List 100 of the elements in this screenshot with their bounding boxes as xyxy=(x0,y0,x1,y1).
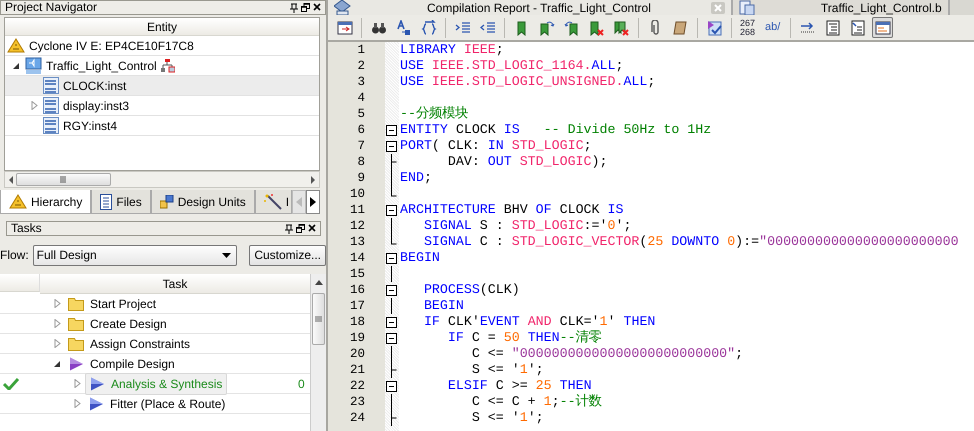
panel-tab[interactable]: Hierarchy xyxy=(0,190,92,214)
expand-arrow-icon[interactable] xyxy=(54,299,60,308)
line-number: 9 xyxy=(356,170,366,186)
toolbar-button[interactable] xyxy=(872,17,894,38)
line-number: 8 xyxy=(356,154,366,170)
collapse-icon[interactable] xyxy=(386,250,397,266)
code-line: IF CLK'EVENT AND CLK='1' THEN xyxy=(422,314,656,330)
collapse-arrow-icon[interactable] xyxy=(54,360,60,367)
checked-document-icon xyxy=(706,20,722,36)
panel-tab[interactable]: Design Units xyxy=(150,190,255,214)
task-item[interactable]: Assign Constraints xyxy=(65,334,194,354)
line-number: 16 xyxy=(348,282,366,298)
pin-icon[interactable] xyxy=(290,2,298,12)
flow-dropdown[interactable]: Full Design xyxy=(32,244,238,266)
document-icon xyxy=(738,0,755,16)
warning-icon xyxy=(7,38,25,53)
customize-button[interactable]: Customize... xyxy=(249,244,326,266)
line-number: 3 xyxy=(356,74,366,90)
expand-arrow-icon[interactable] xyxy=(30,101,38,110)
scroll-grip-icon xyxy=(60,176,67,183)
code-line: BEGIN xyxy=(422,298,464,314)
editor-tab[interactable]: Compilation Report - Traffic_Light_Control xyxy=(328,0,733,15)
schematic-file-icon xyxy=(25,56,42,74)
line-number: 15 xyxy=(348,266,366,282)
panel-tab[interactable]: Files xyxy=(91,190,151,214)
editor-view-icon xyxy=(874,20,891,36)
expand-arrow-icon[interactable] xyxy=(54,319,60,328)
restore-icon[interactable] xyxy=(296,224,305,232)
restore-icon[interactable] xyxy=(301,2,310,12)
collapse-icon[interactable] xyxy=(386,138,397,154)
toolbar-button[interactable]: ab/ xyxy=(761,23,784,32)
editor-tab[interactable]: Traffic_Light_Control.b xyxy=(732,0,950,15)
code-line: C <= C + 1;--计数 xyxy=(470,394,602,410)
code-line: PROCESS(CLK) xyxy=(422,282,520,298)
file-icon xyxy=(100,194,112,210)
collapse-icon[interactable] xyxy=(386,378,397,394)
play-icon xyxy=(88,396,104,410)
line-number: 6 xyxy=(356,122,366,138)
braces-icon xyxy=(420,20,436,36)
code-line: S <= '1'; xyxy=(470,362,544,378)
code-line: IF C = 50 THEN--清零 xyxy=(446,330,602,346)
collapse-icon[interactable] xyxy=(386,122,397,138)
code-line: LIBRARY IEEE; xyxy=(400,42,504,58)
toolbar-button[interactable]: 267 268 xyxy=(738,18,758,36)
remove-all-bookmarks-icon xyxy=(614,20,630,36)
line-number: 1 xyxy=(356,42,366,58)
code-line: SIGNAL S : STD_LOGIC:='0'; xyxy=(422,218,632,234)
code-line: S <= '1'; xyxy=(470,410,544,426)
scroll-left-icon[interactable] xyxy=(8,176,14,184)
code-line: USE IEEE.STD_LOGIC_1164.ALL; xyxy=(400,58,624,74)
pin-icon[interactable] xyxy=(285,224,293,234)
line-number: 2 xyxy=(356,58,366,74)
horizontal-scrollbar[interactable] xyxy=(4,171,320,188)
folder-icon xyxy=(68,296,84,310)
tree-item[interactable]: RGY:inst4 xyxy=(5,116,319,136)
line-number: 23 xyxy=(348,394,366,410)
task-item[interactable]: Analysis & Synthesis xyxy=(85,372,228,394)
scroll-up-icon[interactable] xyxy=(314,280,322,285)
vhdl-file-icon xyxy=(43,117,59,134)
panel-title: Tasks xyxy=(11,222,42,235)
task-item[interactable]: Compile Design xyxy=(65,354,179,374)
tab-scroll-right-icon[interactable] xyxy=(306,190,320,214)
collapse-icon[interactable] xyxy=(386,202,397,218)
line-number: 12 xyxy=(348,218,366,234)
collapse-icon[interactable] xyxy=(386,314,397,330)
line-number: 10 xyxy=(348,186,366,202)
tree-item[interactable]: CLOCK:inst xyxy=(5,76,319,96)
field-label: Flow: xyxy=(0,247,29,264)
design-units-icon xyxy=(160,194,174,208)
expand-arrow-icon[interactable] xyxy=(54,339,60,348)
column-header xyxy=(0,274,40,292)
close-icon[interactable] xyxy=(308,224,316,232)
task-item[interactable]: Fitter (Place & Route) xyxy=(85,394,230,414)
close-icon[interactable] xyxy=(313,2,321,10)
line-number: 5 xyxy=(356,106,366,122)
hierarchy-icon xyxy=(160,58,175,72)
task-item[interactable]: Start Project xyxy=(65,294,160,314)
collapse-icon[interactable] xyxy=(386,282,397,298)
line-number: 18 xyxy=(348,314,366,330)
device-label: Cyclone IV E: EP4CE10F17C8 xyxy=(29,38,194,54)
collapse-arrow-icon[interactable] xyxy=(12,62,20,69)
expand-arrow-icon[interactable] xyxy=(74,399,80,408)
collapse-icon[interactable] xyxy=(386,330,397,346)
magic-wand-icon xyxy=(264,194,282,210)
line-number: 11 xyxy=(348,202,366,218)
scroll-right-icon[interactable] xyxy=(310,176,316,184)
expand-arrow-icon[interactable] xyxy=(74,379,80,388)
template-icon xyxy=(850,20,866,36)
folder-icon xyxy=(68,336,84,350)
code-line: ENTITY CLOCK IS -- Divide 50Hz to 1Hz xyxy=(400,122,712,138)
line-number: 19 xyxy=(348,330,366,346)
line-number: 13 xyxy=(348,234,366,250)
window-icon xyxy=(336,20,352,36)
task-item[interactable]: Create Design xyxy=(65,314,171,334)
panel-tab[interactable]: I xyxy=(254,190,292,214)
tree-item[interactable]: display:inst3 xyxy=(5,96,319,116)
scrollbar-thumb[interactable] xyxy=(312,293,325,345)
replace-icon xyxy=(396,20,412,36)
code-line: ELSIF C >= 25 THEN xyxy=(446,378,592,394)
outdent-icon xyxy=(480,20,496,36)
